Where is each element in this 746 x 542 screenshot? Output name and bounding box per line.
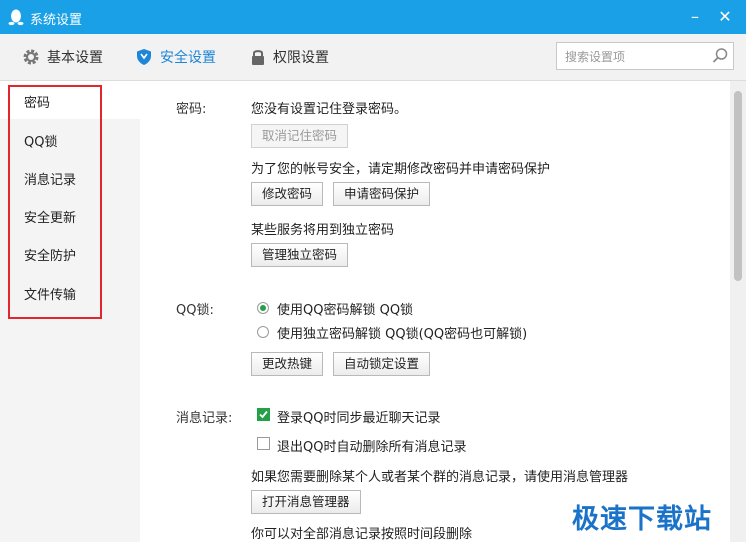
delete-by-period-note: 你可以对全部消息记录按照时间段删除 (251, 527, 473, 542)
sync-recent-chat-checkbox[interactable] (257, 408, 270, 421)
modify-password-button[interactable]: 修改密码 (251, 182, 324, 206)
message-history-section-label: 消息记录: (176, 411, 233, 426)
delete-on-exit-checkbox[interactable] (257, 437, 270, 450)
manage-independent-password-button[interactable]: 管理独立密码 (251, 243, 349, 267)
search-input[interactable] (563, 46, 707, 68)
checkmark-icon (259, 410, 268, 419)
selected-item-background (0, 81, 140, 119)
sidebar-item-password[interactable]: 密码 (24, 92, 50, 111)
sidebar-item-security-update[interactable]: 安全更新 (24, 207, 76, 226)
sidebar-item-security-protection[interactable]: 安全防护 (24, 245, 76, 264)
qq-lock-section-label: QQ锁: (176, 303, 214, 318)
minimize-icon[interactable]: – (684, 6, 706, 28)
scrollbar-thumb[interactable] (734, 91, 742, 281)
password-status-text: 您没有设置记住登录密码。 (251, 102, 408, 117)
independent-password-note: 某些服务将用到独立密码 (251, 223, 395, 238)
tab-basic-settings[interactable]: 基本设置 (22, 34, 103, 80)
radio-label: 使用独立密码解锁 QQ锁(QQ密码也可解锁) (277, 327, 528, 342)
lock-icon (252, 50, 264, 65)
open-message-manager-button[interactable]: 打开消息管理器 (251, 490, 361, 514)
gear-icon (23, 49, 39, 65)
site-watermark: 极速下载站 (572, 504, 712, 535)
tab-permission-settings[interactable]: 权限设置 (250, 34, 329, 80)
title-bar: 系统设置 – ✕ (0, 0, 746, 34)
auto-lock-settings-button[interactable]: 自动锁定设置 (333, 352, 431, 376)
checkbox-label: 登录QQ时同步最近聊天记录 (277, 411, 441, 426)
tab-label: 权限设置 (273, 50, 329, 66)
tab-security-settings[interactable]: 安全设置 (135, 34, 216, 80)
sidebar-item-qq-lock[interactable]: QQ锁 (24, 131, 57, 150)
sidebar-item-file-transfer[interactable]: 文件传输 (24, 284, 76, 303)
settings-tab-bar: 基本设置 安全设置 权限设置 (0, 34, 746, 81)
search-icon[interactable] (711, 47, 729, 65)
unlock-with-independent-password-radio[interactable] (257, 326, 269, 338)
password-advice-text: 为了您的帐号安全，请定期修改密码并申请密码保护 (251, 162, 551, 177)
window-title: 系统设置 (30, 13, 83, 28)
settings-sidebar: 密码 QQ锁 消息记录 安全更新 安全防护 文件传输 (0, 81, 140, 542)
radio-label: 使用QQ密码解锁 QQ锁 (277, 303, 414, 318)
settings-content: 密码: 您没有设置记住登录密码。 取消记住密码 为了您的帐号安全，请定期修改密码… (140, 81, 730, 542)
search-box (556, 42, 734, 70)
close-icon[interactable]: ✕ (714, 6, 736, 28)
sidebar-item-message-history[interactable]: 消息记录 (24, 169, 76, 188)
password-section-label: 密码: (176, 102, 207, 117)
qq-penguin-icon (8, 9, 24, 26)
apply-password-protection-button[interactable]: 申请密码保护 (333, 182, 431, 206)
message-manager-note: 如果您需要删除某个人或者某个群的消息记录，请使用消息管理器 (251, 470, 629, 485)
tab-label: 安全设置 (160, 50, 216, 66)
content-scrollbar[interactable] (730, 81, 746, 542)
tab-label: 基本设置 (47, 50, 103, 66)
cancel-remember-password-button[interactable]: 取消记住密码 (251, 124, 349, 148)
checkbox-label: 退出QQ时自动删除所有消息记录 (277, 440, 467, 455)
change-hotkey-button[interactable]: 更改热键 (251, 352, 324, 376)
unlock-with-qq-password-radio[interactable] (257, 302, 269, 314)
shield-icon (137, 49, 151, 65)
